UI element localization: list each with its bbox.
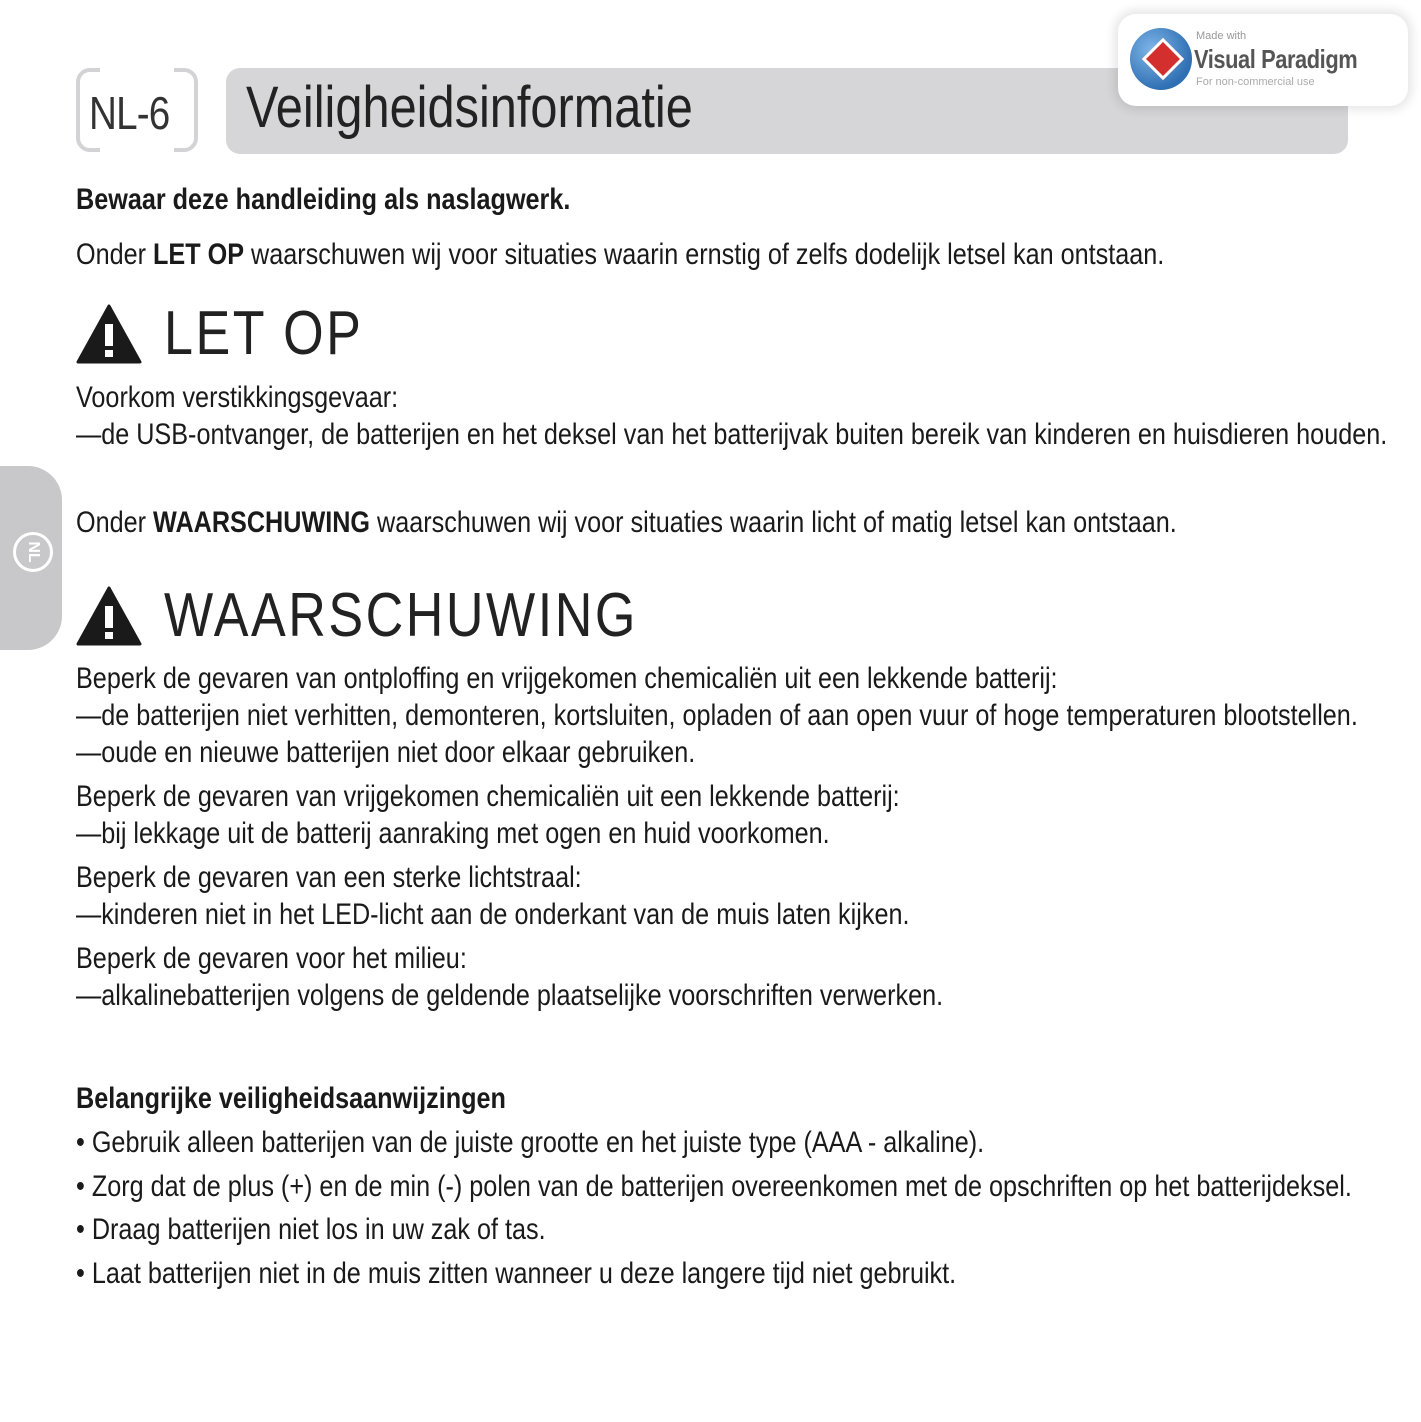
letop-heading-text: LET OP — [164, 299, 364, 368]
waarschuwing-heading-text: WAARSCHUWING — [164, 581, 638, 650]
instruction-item: • Zorg dat de plus (+) en de min (-) pol… — [76, 1170, 1352, 1203]
letop-heading: LET OP — [76, 298, 401, 369]
page-title: Veiligheidsinformatie — [246, 75, 693, 140]
watermark-main: Visual Paradigm — [1194, 44, 1358, 74]
letop-line: —de USB-ontvanger, de batterijen en het … — [76, 418, 1388, 451]
waarschuwing-heading: WAARSCHUWING — [76, 580, 728, 651]
letop-line: Voorkom verstikkingsgevaar: — [76, 381, 399, 414]
page-box-gap-top — [100, 66, 174, 74]
waarschuwing-line: Beperk de gevaren van ontploffing en vri… — [76, 662, 1058, 695]
waarschuwing-line: Beperk de gevaren van een sterke lichtst… — [76, 861, 582, 894]
waarschuwing-line: —de batterijen niet verhitten, demontere… — [76, 699, 1358, 732]
waarschuwing-line: Beperk de gevaren van vrijgekomen chemic… — [76, 780, 900, 813]
page-box-gap-bottom — [100, 146, 174, 154]
instruction-item: • Laat batterijen niet in de muis zitten… — [76, 1257, 957, 1290]
waarschuwing-intro: Onder WAARSCHUWING waarschuwen wij voor … — [76, 506, 1177, 539]
waarschuwing-line: —bij lekkage uit de batterij aanraking m… — [76, 817, 830, 850]
instruction-item: • Draag batterijen niet los in uw zak of… — [76, 1213, 546, 1246]
waarschuwing-line: —oude en nieuwe batterijen niet door elk… — [76, 736, 696, 769]
watermark-small: Made with — [1196, 30, 1247, 42]
visual-paradigm-watermark: Made with Visual Paradigm For non-commer… — [1118, 14, 1408, 106]
warning-triangle-icon — [76, 304, 142, 363]
page-number-box: NL-6 — [76, 66, 198, 154]
waarschuwing-line: —alkalinebatterijen volgens de geldende … — [76, 979, 944, 1012]
waarschuwing-line: —kinderen niet in het LED-licht aan de o… — [76, 898, 910, 931]
warning-triangle-icon — [76, 586, 142, 645]
letop-intro: Onder LET OP waarschuwen wij voor situat… — [76, 238, 1165, 271]
instruction-item: • Gebruik alleen batterijen van de juist… — [76, 1126, 985, 1159]
instructions-heading: Belangrijke veiligheidsaanwijzingen — [76, 1082, 506, 1115]
page-number: NL-6 — [89, 87, 170, 139]
waarschuwing-line: Beperk de gevaren voor het milieu: — [76, 942, 467, 975]
language-label: NL — [25, 541, 42, 563]
keep-manual-note: Bewaar deze handleiding als naslagwerk. — [76, 183, 571, 216]
watermark-sub: For non-commercial use — [1196, 76, 1315, 88]
